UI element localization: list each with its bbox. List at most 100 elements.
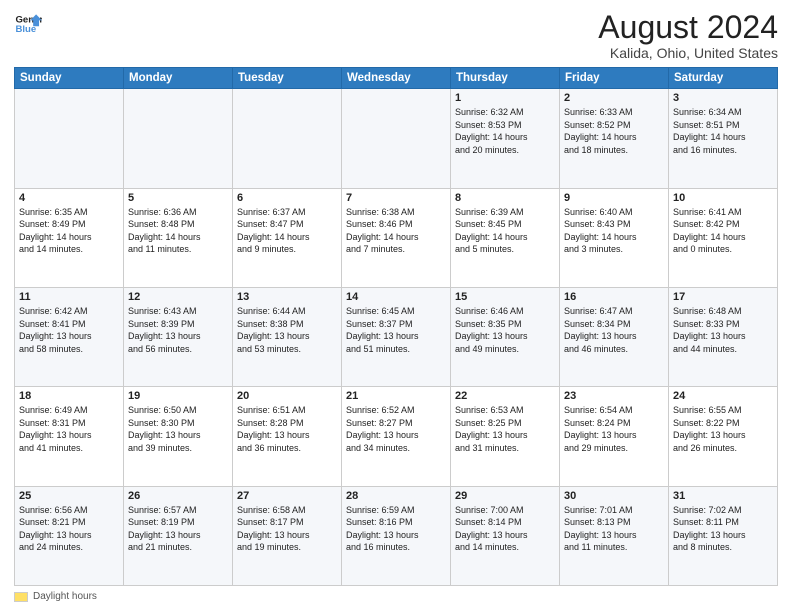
calendar-cell: 6Sunrise: 6:37 AM Sunset: 8:47 PM Daylig… xyxy=(233,188,342,287)
calendar-table: SundayMondayTuesdayWednesdayThursdayFrid… xyxy=(14,67,778,586)
day-number: 15 xyxy=(455,291,555,303)
day-info: Sunrise: 7:01 AM Sunset: 8:13 PM Dayligh… xyxy=(564,504,664,554)
weekday-header-monday: Monday xyxy=(124,68,233,89)
day-number: 4 xyxy=(19,192,119,204)
day-number: 13 xyxy=(237,291,337,303)
calendar-cell: 4Sunrise: 6:35 AM Sunset: 8:49 PM Daylig… xyxy=(15,188,124,287)
day-number: 20 xyxy=(237,390,337,402)
title-block: August 2024 Kalida, Ohio, United States xyxy=(598,10,778,61)
day-number: 31 xyxy=(673,490,773,502)
day-number: 11 xyxy=(19,291,119,303)
day-number: 2 xyxy=(564,92,664,104)
day-number: 3 xyxy=(673,92,773,104)
calendar-cell: 20Sunrise: 6:51 AM Sunset: 8:28 PM Dayli… xyxy=(233,387,342,486)
day-info: Sunrise: 6:55 AM Sunset: 8:22 PM Dayligh… xyxy=(673,404,773,454)
day-info: Sunrise: 6:45 AM Sunset: 8:37 PM Dayligh… xyxy=(346,305,446,355)
calendar-cell: 19Sunrise: 6:50 AM Sunset: 8:30 PM Dayli… xyxy=(124,387,233,486)
weekday-header-tuesday: Tuesday xyxy=(233,68,342,89)
day-info: Sunrise: 6:54 AM Sunset: 8:24 PM Dayligh… xyxy=(564,404,664,454)
day-number: 10 xyxy=(673,192,773,204)
day-number: 14 xyxy=(346,291,446,303)
day-number: 28 xyxy=(346,490,446,502)
calendar-cell: 1 Sunrise: 6:32 AM Sunset: 8:53 PM Daylig… xyxy=(451,89,560,188)
day-info: Sunrise: 6:53 AM Sunset: 8:25 PM Dayligh… xyxy=(455,404,555,454)
day-info: Sunrise: 6:58 AM Sunset: 8:17 PM Dayligh… xyxy=(237,504,337,554)
calendar-cell: 26 Sunrise: 6:57 AM Sunset: 8:19 PM Dayli… xyxy=(124,486,233,585)
day-number: 5 xyxy=(128,192,228,204)
calendar-cell: 14 Sunrise: 6:45 AM Sunset: 8:37 PM Dayli… xyxy=(342,287,451,386)
day-info: Sunrise: 6:36 AM Sunset: 8:48 PM Dayligh… xyxy=(128,206,228,256)
calendar-cell xyxy=(233,89,342,188)
calendar-cell: 25Sunrise: 6:56 AM Sunset: 8:21 PM Dayli… xyxy=(15,486,124,585)
calendar-cell: 15 Sunrise: 6:46 AM Sunset: 8:35 PM Dayli… xyxy=(451,287,560,386)
day-number: 27 xyxy=(237,490,337,502)
day-number: 12 xyxy=(128,291,228,303)
calendar-cell xyxy=(15,89,124,188)
calendar-cell: 12 Sunrise: 6:43 AM Sunset: 8:39 PM Dayli… xyxy=(124,287,233,386)
calendar-cell: 28Sunrise: 6:59 AM Sunset: 8:16 PM Dayli… xyxy=(342,486,451,585)
calendar-cell: 11 Sunrise: 6:42 AM Sunset: 8:41 PM Dayli… xyxy=(15,287,124,386)
day-info: Sunrise: 6:49 AM Sunset: 8:31 PM Dayligh… xyxy=(19,404,119,454)
day-info: Sunrise: 7:02 AM Sunset: 8:11 PM Dayligh… xyxy=(673,504,773,554)
day-number: 22 xyxy=(455,390,555,402)
main-title: August 2024 xyxy=(598,10,778,45)
logo: General Blue xyxy=(14,10,42,38)
calendar-cell: 2 Sunrise: 6:33 AM Sunset: 8:52 PM Daylig… xyxy=(560,89,669,188)
calendar-cell: 31 Sunrise: 7:02 AM Sunset: 8:11 PM Dayli… xyxy=(669,486,778,585)
calendar-cell: 30 Sunrise: 7:01 AM Sunset: 8:13 PM Dayli… xyxy=(560,486,669,585)
day-info: Sunrise: 6:32 AM Sunset: 8:53 PM Dayligh… xyxy=(455,106,555,156)
day-info: Sunrise: 6:44 AM Sunset: 8:38 PM Dayligh… xyxy=(237,305,337,355)
daylight-legend-box xyxy=(14,592,28,602)
page: General Blue August 2024 Kalida, Ohio, U… xyxy=(0,0,792,612)
calendar-week-3: 11 Sunrise: 6:42 AM Sunset: 8:41 PM Dayli… xyxy=(15,287,778,386)
day-number: 1 xyxy=(455,92,555,104)
svg-text:Blue: Blue xyxy=(15,24,36,35)
day-info: Sunrise: 6:57 AM Sunset: 8:19 PM Dayligh… xyxy=(128,504,228,554)
calendar-cell: 5 Sunrise: 6:36 AM Sunset: 8:48 PM Daylig… xyxy=(124,188,233,287)
calendar-cell: 9Sunrise: 6:40 AM Sunset: 8:43 PM Daylig… xyxy=(560,188,669,287)
calendar-cell: 21Sunrise: 6:52 AM Sunset: 8:27 PM Dayli… xyxy=(342,387,451,486)
day-number: 6 xyxy=(237,192,337,204)
day-number: 24 xyxy=(673,390,773,402)
day-number: 16 xyxy=(564,291,664,303)
daylight-label: Daylight hours xyxy=(33,591,97,602)
calendar-cell: 22 Sunrise: 6:53 AM Sunset: 8:25 PM Dayli… xyxy=(451,387,560,486)
daylight-legend: Daylight hours xyxy=(14,591,97,602)
calendar-cell: 24 Sunrise: 6:55 AM Sunset: 8:22 PM Dayli… xyxy=(669,387,778,486)
day-info: Sunrise: 6:33 AM Sunset: 8:52 PM Dayligh… xyxy=(564,106,664,156)
day-number: 30 xyxy=(564,490,664,502)
weekday-header-sunday: Sunday xyxy=(15,68,124,89)
day-number: 18 xyxy=(19,390,119,402)
calendar-cell xyxy=(342,89,451,188)
day-info: Sunrise: 6:39 AM Sunset: 8:45 PM Dayligh… xyxy=(455,206,555,256)
day-info: Sunrise: 6:38 AM Sunset: 8:46 PM Dayligh… xyxy=(346,206,446,256)
day-info: Sunrise: 6:48 AM Sunset: 8:33 PM Dayligh… xyxy=(673,305,773,355)
day-number: 29 xyxy=(455,490,555,502)
day-number: 26 xyxy=(128,490,228,502)
day-info: Sunrise: 6:34 AM Sunset: 8:51 PM Dayligh… xyxy=(673,106,773,156)
logo-icon: General Blue xyxy=(14,10,42,38)
day-info: Sunrise: 6:56 AM Sunset: 8:21 PM Dayligh… xyxy=(19,504,119,554)
subtitle: Kalida, Ohio, United States xyxy=(598,45,778,61)
calendar-cell xyxy=(124,89,233,188)
calendar-week-1: 1 Sunrise: 6:32 AM Sunset: 8:53 PM Daylig… xyxy=(15,89,778,188)
day-number: 7 xyxy=(346,192,446,204)
day-number: 21 xyxy=(346,390,446,402)
calendar-week-4: 18 Sunrise: 6:49 AM Sunset: 8:31 PM Dayli… xyxy=(15,387,778,486)
day-info: Sunrise: 6:40 AM Sunset: 8:43 PM Dayligh… xyxy=(564,206,664,256)
day-info: Sunrise: 7:00 AM Sunset: 8:14 PM Dayligh… xyxy=(455,504,555,554)
day-info: Sunrise: 6:43 AM Sunset: 8:39 PM Dayligh… xyxy=(128,305,228,355)
calendar-cell: 29 Sunrise: 7:00 AM Sunset: 8:14 PM Dayli… xyxy=(451,486,560,585)
day-info: Sunrise: 6:42 AM Sunset: 8:41 PM Dayligh… xyxy=(19,305,119,355)
weekday-header-wednesday: Wednesday xyxy=(342,68,451,89)
day-info: Sunrise: 6:46 AM Sunset: 8:35 PM Dayligh… xyxy=(455,305,555,355)
calendar-cell: 10Sunrise: 6:41 AM Sunset: 8:42 PM Dayli… xyxy=(669,188,778,287)
day-number: 19 xyxy=(128,390,228,402)
day-number: 8 xyxy=(455,192,555,204)
calendar-cell: 7 Sunrise: 6:38 AM Sunset: 8:46 PM Daylig… xyxy=(342,188,451,287)
calendar-cell: 18 Sunrise: 6:49 AM Sunset: 8:31 PM Dayli… xyxy=(15,387,124,486)
weekday-header-thursday: Thursday xyxy=(451,68,560,89)
calendar-cell: 27 Sunrise: 6:58 AM Sunset: 8:17 PM Dayli… xyxy=(233,486,342,585)
day-number: 23 xyxy=(564,390,664,402)
calendar-week-5: 25Sunrise: 6:56 AM Sunset: 8:21 PM Dayli… xyxy=(15,486,778,585)
